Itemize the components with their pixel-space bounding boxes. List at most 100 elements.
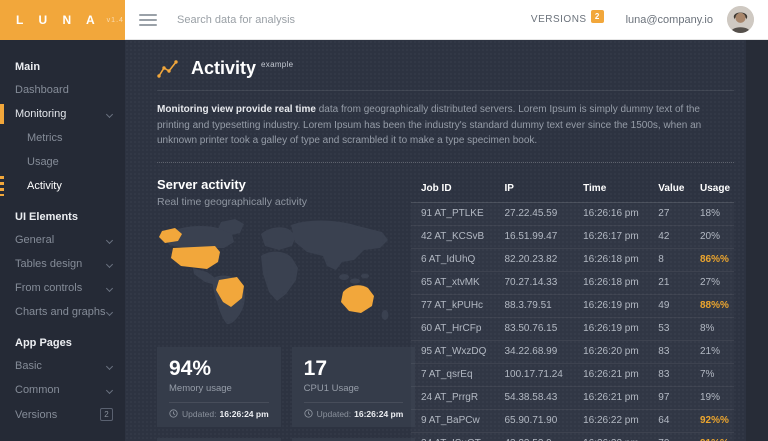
- cell-time: 16:26:18 pm: [573, 271, 649, 295]
- sidebar-item-activity[interactable]: Activity: [0, 174, 125, 198]
- sidebar-item-tables-design[interactable]: Tables design: [0, 252, 125, 276]
- sidebar-item-general[interactable]: General: [0, 228, 125, 252]
- server-activity-panel: Server activity Real time geographically…: [157, 176, 416, 441]
- updated-label: Updated:: [182, 408, 217, 419]
- sidebar-item-common[interactable]: Common: [0, 378, 125, 402]
- user-email[interactable]: luna@company.io: [626, 14, 713, 26]
- cell-job-id: 6 AT_IdUhQ: [411, 248, 495, 272]
- cell-value: 21: [648, 271, 690, 295]
- top-header: L U N A v1.4 VERSIONS 2 luna@company.io: [0, 0, 768, 40]
- table-row: 91 AT_PTLKE 27.22.45.59 16:26:16 pm 27 18%: [411, 202, 734, 226]
- cell-job-id: 24 AT_PrrgR: [411, 386, 495, 410]
- table-header-row: Job ID IP Time Value Usage: [411, 176, 734, 203]
- page-description: Monitoring view provide real time data f…: [157, 102, 734, 149]
- cell-ip: 27.22.45.59: [494, 202, 574, 226]
- sidebar-item-app-pages: App Pages: [0, 324, 125, 354]
- cell-value: 64: [648, 409, 690, 433]
- stat-card: 54CPU3 UsageUpdated:16:26:24 pm: [291, 437, 416, 441]
- stat-value: 17: [303, 356, 327, 380]
- dashboard-columns: Server activity Real time geographically…: [157, 176, 734, 441]
- updated-label: Updated:: [316, 408, 352, 419]
- sidebar-item-main: Main: [0, 48, 125, 78]
- cell-time: 16:26:22 pm: [573, 432, 649, 441]
- column-header-time: Time: [573, 176, 649, 203]
- main-content: Activity example Monitoring view provide …: [125, 40, 768, 441]
- logo[interactable]: L U N A v1.4: [0, 0, 125, 40]
- cell-usage: 91%%: [689, 432, 734, 441]
- sidebar-item-usage[interactable]: Usage: [0, 150, 125, 174]
- logo-text: L U N A: [16, 13, 101, 27]
- cell-ip: 54.38.58.43: [494, 386, 574, 410]
- cell-job-id: 24 AT_ISuQT: [411, 432, 495, 441]
- sidebar-item-versions[interactable]: Versions 2: [0, 402, 125, 427]
- sidebar-item-dashboard[interactable]: Dashboard: [0, 78, 125, 102]
- sidebar-item-metrics[interactable]: Metrics: [0, 126, 125, 150]
- cell-value: 53: [648, 317, 690, 341]
- sidebar-item-monitoring[interactable]: Monitoring: [0, 102, 125, 126]
- cell-value: 97: [648, 386, 690, 410]
- cell-usage: 88%%: [689, 294, 734, 318]
- avatar[interactable]: [727, 6, 754, 33]
- cell-job-id: 65 AT_xtvMK: [411, 271, 495, 295]
- menu-toggle-icon[interactable]: [139, 11, 157, 29]
- jobs-table-panel: Job ID IP Time Value Usage 91 AT_PTLKE 27.22.…: [411, 176, 734, 441]
- cell-time: 16:26:22 pm: [573, 409, 649, 433]
- sidebar-item-label: Versions: [15, 408, 58, 421]
- table-row: 65 AT_xtvMK 70.27.14.33 16:26:18 pm 21 27%: [411, 271, 734, 295]
- clock-icon: [169, 409, 178, 418]
- sidebar-item-label: Monitoring: [15, 108, 67, 120]
- avatar-photo: [727, 6, 754, 33]
- cell-ip: 70.27.14.33: [494, 271, 574, 295]
- sidebar-item-label: Charts and graphs: [15, 306, 106, 318]
- stat-card: 34CPU2 UsageUpdated:16:26:24 pm: [157, 437, 281, 441]
- sidebar-item-charts-and-graphs[interactable]: Charts and graphs: [0, 300, 125, 324]
- chevron-down-icon: [105, 386, 114, 394]
- table-row: 24 AT_PrrgR 54.38.58.43 16:26:21 pm 97 19%: [411, 386, 734, 410]
- cell-usage: 21%: [689, 340, 734, 364]
- world-map[interactable]: [157, 218, 395, 335]
- versions-label: VERSIONS: [530, 14, 587, 25]
- cell-usage: 18%: [689, 202, 734, 226]
- search-input[interactable]: [177, 13, 397, 26]
- sidebar-item-from-controls[interactable]: From controls: [0, 276, 125, 300]
- sidebar: Main Dashboard Monitoring Metrics Usage Activ…: [0, 40, 125, 441]
- cell-ip: 82.20.23.82: [494, 248, 574, 272]
- sidebar-item-ui-elements: UI Elements: [0, 198, 125, 228]
- section-divider: [157, 161, 734, 163]
- description-lead: Monitoring view provide real time: [157, 104, 316, 115]
- sidebar-item-label: Basic: [15, 360, 42, 372]
- cell-usage: 20%: [689, 225, 734, 249]
- sidebar-item-basic[interactable]: Basic: [0, 354, 125, 378]
- topbar-right: VERSIONS 2 luna@company.io: [125, 0, 768, 39]
- versions-menu[interactable]: VERSIONS 2: [530, 10, 604, 25]
- cell-job-id: 9 AT_BaPCw: [411, 409, 495, 433]
- server-activity-title: Server activity: [157, 176, 246, 192]
- cell-job-id: 7 AT_qsrEq: [411, 363, 495, 387]
- stat-label: CPU1 Usage: [303, 382, 360, 394]
- page-title-text: Activity: [191, 58, 257, 78]
- table-row: 9 AT_BaPCw 65.90.71.90 16:26:22 pm 64 92%%: [411, 409, 734, 433]
- cell-time: 16:26:17 pm: [573, 225, 649, 249]
- content: Activity example Monitoring view provide …: [125, 40, 768, 441]
- sidebar-item-label: Tables design: [15, 258, 83, 270]
- cell-value: 49: [648, 294, 690, 318]
- cell-usage: 86%%: [689, 248, 734, 272]
- cell-value: 27: [648, 202, 690, 226]
- cell-job-id: 91 AT_PTLKE: [411, 202, 495, 226]
- page-title-row: Activity example: [157, 58, 734, 79]
- stat-updated: Updated: 16:26:24 pm: [303, 401, 404, 419]
- updated-time: 16:26:24 pm: [354, 408, 404, 419]
- cell-time: 16:26:21 pm: [573, 363, 649, 387]
- world-map-svg: [159, 218, 389, 324]
- cell-time: 16:26:19 pm: [573, 294, 649, 318]
- stat-cards: 94% Memory usage Updated: 16:26:24 pm 17 CPU1…: [157, 346, 416, 441]
- cell-value: 8: [648, 248, 690, 272]
- column-header-value: Value: [648, 176, 690, 203]
- sidebar-item-label: Dashboard: [15, 84, 69, 96]
- table-row: 60 AT_HrCFp 83.50.76.15 16:26:19 pm 53 8%: [411, 317, 734, 341]
- logo-version: v1.4: [106, 16, 124, 24]
- sidebar-item-label: Common: [15, 384, 60, 396]
- chevron-down-icon: [105, 236, 114, 244]
- cell-ip: 65.90.71.90: [494, 409, 574, 433]
- cell-ip: 43.22.52.9: [494, 432, 574, 441]
